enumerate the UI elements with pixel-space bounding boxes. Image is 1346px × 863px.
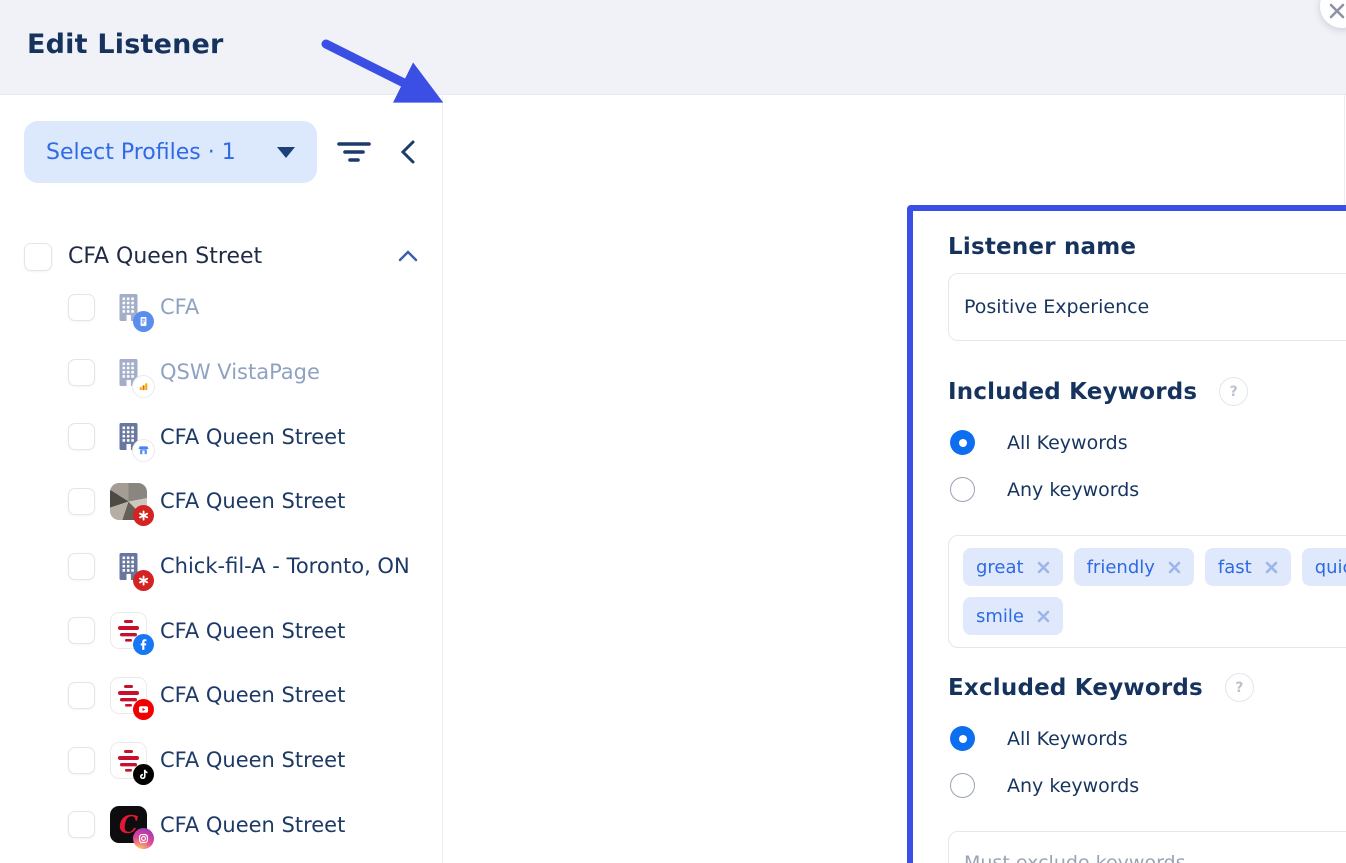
filter-button[interactable] — [334, 135, 374, 169]
profile-row[interactable]: CFA Queen Street — [0, 404, 443, 469]
keyword-chip-label: fast — [1218, 557, 1252, 578]
remove-keyword-icon[interactable] — [1037, 561, 1050, 574]
edit-listener-modal: Edit Listener Select Profiles · 1 — [0, 0, 1346, 863]
group-label: CFA Queen Street — [68, 244, 262, 269]
profile-list: CFA QSW VistaPage CFA Queen Street CFA Quee… — [0, 275, 443, 857]
collapse-sidebar-button[interactable] — [392, 135, 426, 169]
excluded-any-keywords-option[interactable]: Any keywords — [950, 773, 1139, 798]
included-any-keywords-option[interactable]: Any keywords — [950, 477, 1139, 502]
profile-row[interactable]: Chick-fil-A - Toronto, ON — [0, 534, 443, 599]
keyword-chip-label: quick — [1315, 557, 1346, 578]
profiles-sidebar: Select Profiles · 1 CFA Queen Street — [0, 95, 443, 863]
profile-name: CFA Queen Street — [160, 425, 345, 449]
profile-checkbox[interactable] — [68, 553, 95, 580]
youtube-badge-icon — [133, 699, 154, 720]
profile-avatar — [110, 548, 147, 585]
profile-avatar — [110, 289, 147, 326]
page-title: Edit Listener — [27, 29, 224, 60]
profile-name: CFA Queen Street — [160, 813, 345, 837]
profile-name: CFA Queen Street — [160, 748, 345, 772]
profile-avatar — [110, 742, 147, 779]
caret-down-icon — [277, 147, 295, 158]
profile-checkbox[interactable] — [68, 359, 95, 386]
remove-keyword-icon[interactable] — [1168, 561, 1181, 574]
document-badge-icon — [133, 311, 154, 332]
profile-avatar — [110, 677, 147, 714]
tiktok-badge-icon — [133, 764, 154, 785]
profile-avatar — [110, 354, 147, 391]
excluded-keywords-heading: Excluded Keywords ? — [948, 673, 1254, 702]
main-content: Listener name Included Keywords ? All Ke… — [444, 95, 1344, 863]
radio-selected-icon[interactable] — [950, 726, 975, 751]
keyword-chip-label: great — [976, 557, 1024, 578]
profile-checkbox[interactable] — [68, 682, 95, 709]
profile-checkbox[interactable] — [68, 488, 95, 515]
keyword-chip: great — [963, 548, 1063, 586]
select-profiles-label: Select Profiles · 1 — [46, 140, 236, 165]
profile-name: CFA — [160, 295, 199, 319]
help-icon[interactable]: ? — [1219, 377, 1248, 406]
profile-row[interactable]: CFA Queen Street — [0, 728, 443, 793]
facebook-badge-icon — [133, 634, 154, 655]
included-keywords-heading: Included Keywords ? — [948, 377, 1248, 406]
excluded-keywords-input[interactable] — [949, 832, 1346, 863]
keyword-chip-label: friendly — [1087, 557, 1155, 578]
profile-name: CFA Queen Street — [160, 489, 345, 513]
profile-name: CFA Queen Street — [160, 683, 345, 707]
storefront-badge-icon — [133, 440, 154, 461]
profile-checkbox[interactable] — [68, 294, 95, 321]
included-all-keywords-option[interactable]: All Keywords — [950, 430, 1128, 455]
profile-checkbox[interactable] — [68, 423, 95, 450]
profile-avatar: C — [110, 806, 147, 843]
keyword-chip: smile — [963, 597, 1063, 635]
profile-row[interactable]: CFA — [0, 275, 443, 340]
profile-checkbox[interactable] — [68, 747, 95, 774]
profile-avatar — [110, 418, 147, 455]
excluded-all-keywords-option[interactable]: All Keywords — [950, 726, 1128, 751]
listener-form-panel: Listener name Included Keywords ? All Ke… — [907, 205, 1346, 863]
profile-row[interactable]: CFA Queen Street — [0, 469, 443, 534]
yelp-badge-icon — [133, 505, 154, 526]
analytics-badge-icon — [133, 376, 154, 397]
modal-header: Edit Listener — [0, 0, 1346, 95]
close-icon — [1328, 2, 1346, 20]
chevron-up-icon[interactable] — [396, 247, 420, 267]
profile-name: Chick-fil-A - Toronto, ON — [160, 554, 410, 578]
profile-checkbox[interactable] — [68, 617, 95, 644]
keyword-chip: friendly — [1074, 548, 1194, 586]
radio-selected-icon[interactable] — [950, 430, 975, 455]
radio-unselected-icon[interactable] — [950, 477, 975, 502]
profile-avatar — [110, 483, 147, 520]
profile-row[interactable]: CFA Queen Street — [0, 663, 443, 728]
profile-avatar — [110, 612, 147, 649]
group-checkbox[interactable] — [24, 243, 52, 271]
profile-name: QSW VistaPage — [160, 360, 320, 384]
profile-name: CFA Queen Street — [160, 619, 345, 643]
instagram-badge-icon — [133, 828, 154, 849]
select-profiles-dropdown[interactable]: Select Profiles · 1 — [24, 121, 317, 183]
excluded-keywords-field — [948, 831, 1346, 863]
filter-lines-icon — [334, 135, 374, 169]
profile-row[interactable]: C CFA Queen Street — [0, 793, 443, 858]
included-keywords-input[interactable]: greatfriendlyfastquickcleansmile — [948, 535, 1346, 648]
profile-row[interactable]: CFA Queen Street — [0, 598, 443, 663]
listener-name-heading: Listener name — [948, 234, 1136, 260]
remove-keyword-icon[interactable] — [1037, 610, 1050, 623]
remove-keyword-icon[interactable] — [1265, 561, 1278, 574]
yelp-badge-icon — [133, 570, 154, 591]
listener-name-input[interactable] — [948, 273, 1346, 341]
profile-checkbox[interactable] — [68, 811, 95, 838]
radio-unselected-icon[interactable] — [950, 773, 975, 798]
keyword-chip-label: smile — [976, 606, 1024, 627]
help-icon[interactable]: ? — [1225, 673, 1254, 702]
chevron-left-icon — [392, 135, 426, 169]
profile-row[interactable]: QSW VistaPage — [0, 340, 443, 405]
keyword-chip: quick — [1302, 548, 1346, 586]
keyword-chip: fast — [1205, 548, 1291, 586]
